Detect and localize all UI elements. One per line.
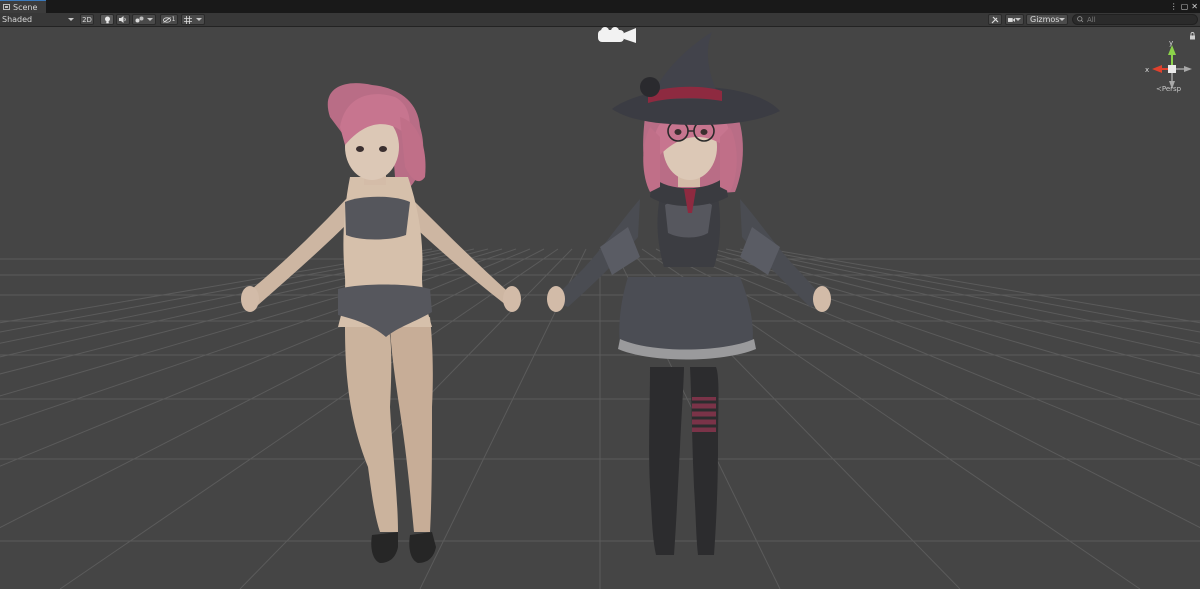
chevron-down-icon	[196, 18, 202, 21]
character-witch	[547, 32, 831, 555]
search-icon	[1077, 16, 1084, 23]
character-base-body	[241, 83, 521, 563]
grid-line	[683, 248, 1200, 426]
grid-line	[0, 248, 531, 467]
grid-line	[669, 248, 1200, 467]
effects-dropdown[interactable]	[132, 14, 156, 25]
tools-icon	[991, 16, 999, 23]
grid-line	[711, 248, 1200, 375]
search-input[interactable]	[1085, 15, 1187, 24]
scene-viewport[interactable]: y x ≺Persp	[0, 27, 1200, 589]
projection-toggle[interactable]: ≺Persp	[1156, 85, 1181, 93]
scene-camera-gizmo-icon[interactable]	[598, 27, 638, 44]
grid-icon	[184, 15, 192, 24]
effects-icon	[135, 16, 144, 23]
draw-mode-label: Shaded	[2, 15, 33, 24]
lighting-toggle-button[interactable]	[100, 14, 114, 25]
grid-dropdown[interactable]	[181, 14, 205, 25]
lock-icon[interactable]	[1189, 32, 1196, 40]
center-cube-icon	[1168, 65, 1176, 73]
tools-button[interactable]	[988, 14, 1002, 25]
title-tab-bar: Scene ⋮ ▢ ✕	[0, 0, 1200, 14]
scene-search[interactable]	[1072, 14, 1198, 25]
scene-canvas	[0, 32, 1200, 589]
more-options-icon[interactable]: ⋮	[1170, 0, 1178, 13]
toggle-2d-button[interactable]: 2D	[80, 14, 94, 25]
tab-scene[interactable]: Scene	[0, 0, 46, 13]
camera-settings-dropdown[interactable]	[1005, 14, 1024, 25]
draw-mode-dropdown[interactable]: Shaded	[2, 13, 76, 26]
projection-label: Persp	[1161, 85, 1182, 93]
gizmos-label: Gizmos	[1030, 15, 1060, 24]
ground-grid	[0, 248, 1200, 589]
x-axis-label: x	[1145, 66, 1149, 74]
camera-icon	[1008, 17, 1015, 22]
chevron-down-icon	[68, 18, 74, 21]
orientation-gizmo[interactable]: y x	[1140, 29, 1200, 109]
hidden-eye-icon	[162, 16, 171, 23]
gizmos-dropdown[interactable]: Gizmos	[1026, 14, 1068, 25]
hidden-count: 1	[171, 16, 176, 23]
maximize-icon[interactable]: ▢	[1181, 0, 1189, 13]
chevron-down-icon	[1059, 18, 1066, 21]
chevron-down-icon	[147, 18, 153, 21]
close-icon[interactable]: ✕	[1191, 0, 1198, 13]
y-axis-label: y	[1169, 39, 1173, 47]
grid-line	[725, 248, 1200, 358]
scene-icon	[3, 4, 10, 10]
chevron-down-icon	[1015, 18, 1021, 21]
x-axis-cone-icon	[1152, 65, 1162, 73]
scene-visibility-button[interactable]: 1	[160, 14, 178, 25]
audio-toggle-button[interactable]	[116, 14, 130, 25]
scene-toolbar: Shaded 2D 1 Gizmos All	[0, 13, 1200, 27]
lightbulb-icon	[104, 16, 110, 23]
tab-scene-label: Scene	[13, 2, 38, 12]
grid-line	[0, 248, 545, 529]
speaker-icon	[119, 16, 126, 23]
window-controls: ⋮ ▢ ✕	[1170, 0, 1198, 13]
